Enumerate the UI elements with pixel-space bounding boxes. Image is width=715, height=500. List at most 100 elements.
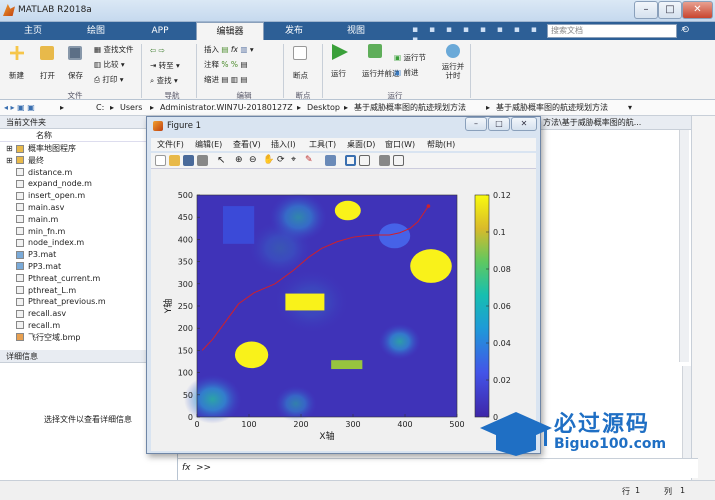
y-tick-label: 250	[178, 302, 193, 311]
expand-icon[interactable]: ⊞	[6, 143, 16, 155]
figure-menu-bar: 文件(F) 编辑(E) 查看(V) 插入(I) 工具(T) 桌面(D) 窗口(W) 帮助(H)	[151, 138, 536, 151]
watermark-url: Biguo100.com	[554, 436, 667, 452]
scrollbar[interactable]	[679, 130, 689, 362]
file-name: P3.mat	[28, 250, 57, 260]
insert-button[interactable]: 插入 ▤ fx ▥ ▾	[204, 44, 254, 55]
minimize-button[interactable]: –	[634, 1, 658, 19]
search-documentation-input[interactable]: 搜索文档	[547, 24, 677, 38]
file-name: main.m	[28, 214, 59, 224]
tab-home[interactable]: 主页	[8, 22, 58, 40]
path-dropdown-icon[interactable]: ▾	[628, 100, 632, 116]
path-segment[interactable]: Desktop	[307, 100, 340, 116]
threat-zone	[379, 323, 421, 360]
row-label: 行	[622, 487, 630, 496]
path-end-marker	[426, 204, 431, 208]
path-segment[interactable]: C:	[96, 100, 104, 116]
figure-icon	[153, 121, 163, 131]
figure-menu-item[interactable]: 桌面(D)	[347, 138, 375, 151]
y-tick-label: 400	[178, 235, 193, 244]
y-tick-label: 350	[178, 258, 193, 267]
zoom-out-icon[interactable]: ⊖	[249, 155, 260, 166]
new-button[interactable]: 新建	[9, 46, 24, 81]
divider	[470, 44, 471, 98]
pointer-icon[interactable]: ↖	[217, 155, 228, 166]
status-bar: 行 1 列 1	[0, 480, 715, 500]
brush-icon[interactable]: ✎	[305, 155, 316, 166]
comment-button[interactable]: 注释 % % ▤	[204, 59, 248, 70]
divider	[283, 44, 284, 98]
pan-icon[interactable]: ✋	[263, 155, 274, 166]
tab-editor[interactable]: 编辑器	[196, 22, 264, 40]
goto-button[interactable]: ⇥ 转至 ▾	[150, 60, 180, 71]
save-button[interactable]: 保存	[68, 46, 83, 81]
close-button[interactable]: ✕	[682, 1, 713, 19]
breakpoints-button[interactable]: 断点	[293, 46, 308, 81]
save-figure-icon[interactable]	[183, 155, 194, 166]
figure-menu-item[interactable]: 窗口(W)	[385, 138, 415, 151]
obstacle-rect	[223, 206, 255, 244]
tab-apps[interactable]: APP	[134, 22, 186, 40]
print-button[interactable]: ⎙ 打印 ▾	[94, 74, 124, 85]
path-segment[interactable]: 基于威胁概率图的航迹规划方法	[354, 100, 466, 116]
compare-button[interactable]: ▥ 比较 ▾	[94, 59, 125, 70]
path-segment[interactable]: Users	[120, 100, 142, 116]
figure-menu-item[interactable]: 编辑(E)	[195, 138, 222, 151]
figure-menu-item[interactable]: 查看(V)	[233, 138, 261, 151]
expand-icon[interactable]: ⊞	[6, 155, 16, 167]
figure-minimize-button[interactable]: –	[465, 117, 487, 131]
run-section-button[interactable]: ▣ 运行节	[394, 52, 426, 63]
open-file-icon[interactable]	[169, 155, 180, 166]
find-files-button[interactable]: ▦ 查找文件	[94, 44, 133, 55]
open-button[interactable]: 打开	[40, 46, 55, 81]
colorbar-toggle-icon[interactable]	[345, 155, 356, 166]
file-icon	[16, 191, 24, 200]
find-button[interactable]: ⌕ 查找 ▾	[150, 75, 178, 86]
file-icon	[16, 203, 24, 212]
tab-plots[interactable]: 绘图	[70, 22, 122, 40]
path-segment[interactable]: Administrator.WIN7U-20180127Z	[160, 100, 293, 116]
print-figure-icon[interactable]	[197, 155, 208, 166]
data-cursor-icon[interactable]: ⌖	[291, 155, 302, 166]
maximize-button[interactable]: □	[658, 1, 682, 19]
figure-close-button[interactable]: ✕	[511, 117, 537, 131]
obstacle-ellipse	[234, 341, 269, 369]
search-icon[interactable]: ⌕	[681, 24, 693, 38]
quick-access-toolbar[interactable]: ▪ ▪ ▪ ▪ ▪ ▪ ▪ ▪ ▪	[412, 25, 542, 45]
run-button[interactable]: 运行	[331, 44, 348, 79]
tab-publish[interactable]: 发布	[268, 22, 320, 40]
figure-maximize-button[interactable]: □	[488, 117, 510, 131]
legend-toggle-icon[interactable]	[359, 155, 370, 166]
address-bar[interactable]: ◂ ▸ ▣ ▣ ▸ C: ▸ Users ▸ Administrator.WIN…	[0, 100, 715, 116]
advance-button[interactable]: ▣ 前进	[394, 67, 418, 78]
rotate-icon[interactable]: ⟳	[277, 155, 288, 166]
figure-menu-item[interactable]: 帮助(H)	[427, 138, 455, 151]
show-tools-icon[interactable]	[393, 155, 404, 166]
new-figure-icon[interactable]	[155, 155, 166, 166]
file-icon	[16, 179, 24, 188]
back-forward-icons[interactable]: ⇦ ⇨	[150, 46, 165, 55]
y-tick-label: 150	[178, 346, 193, 355]
x-tick-label: 300	[345, 420, 360, 429]
path-root-icon: ▸	[60, 103, 65, 112]
run-and-time-button[interactable]: 运行并计时	[440, 44, 466, 80]
y-tick-label: 500	[178, 191, 193, 200]
file-icon	[16, 262, 24, 271]
link-plot-icon[interactable]	[325, 155, 336, 166]
file-icon	[16, 297, 24, 306]
new-icon	[10, 46, 24, 60]
file-name: PP3.mat	[28, 261, 62, 271]
figure-menu-item[interactable]: 文件(F)	[157, 138, 184, 151]
figure-menu-item[interactable]: 插入(I)	[271, 138, 296, 151]
figure-menu-item[interactable]: 工具(T)	[309, 138, 336, 151]
zoom-in-icon[interactable]: ⊕	[235, 155, 246, 166]
title-bar: MATLAB R2018a – □ ✕	[0, 0, 715, 22]
indent-button[interactable]: 缩进 ▤ ▥ ▤	[204, 74, 247, 85]
x-tick-label: 100	[241, 420, 256, 429]
breakpoint-icon	[293, 46, 307, 60]
hide-tools-icon[interactable]	[379, 155, 390, 166]
y-tick-label: 100	[178, 369, 193, 378]
path-segment[interactable]: 基于威胁概率图的航迹规划方法	[496, 100, 608, 116]
file-icon	[16, 215, 24, 224]
nav-arrows-icon[interactable]: ◂ ▸ ▣ ▣	[4, 100, 35, 116]
tab-view[interactable]: 视图	[330, 22, 382, 40]
